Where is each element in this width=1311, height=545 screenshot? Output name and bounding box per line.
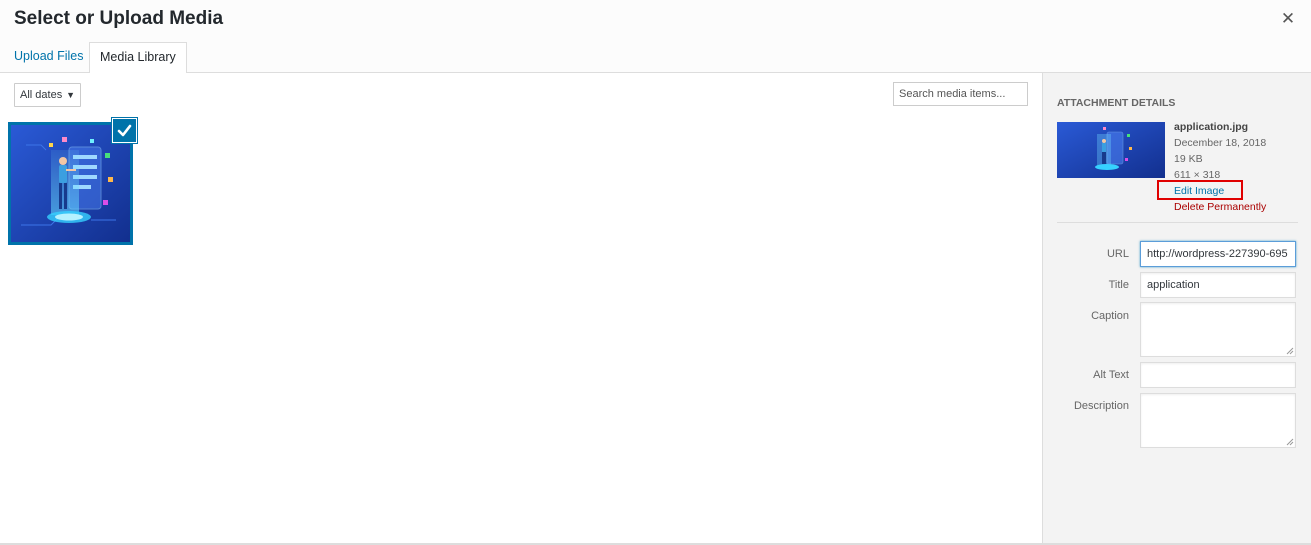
attachment-info: application.jpg December 18, 2018 19 KB … <box>1174 119 1266 215</box>
check-icon[interactable] <box>112 118 137 143</box>
modal-header: Select or Upload Media ✕ <box>0 0 1311 42</box>
resize-grip-icon[interactable] <box>1286 438 1294 446</box>
resize-grip-icon[interactable] <box>1286 347 1294 355</box>
modal-title: Select or Upload Media <box>14 8 224 29</box>
url-field[interactable]: http://wordpress-227390-695 <box>1140 241 1296 267</box>
tab-upload-files[interactable]: Upload Files <box>4 42 93 73</box>
caption-label: Caption <box>1091 310 1129 322</box>
divider <box>1057 222 1298 223</box>
url-label: URL <box>1106 248 1129 260</box>
title-field[interactable] <box>1140 272 1296 298</box>
chevron-down-icon: ▼ <box>66 90 75 100</box>
alt-text-field[interactable] <box>1140 362 1296 388</box>
caption-field[interactable] <box>1140 302 1296 357</box>
date-filter-label: All dates <box>20 89 63 101</box>
attachment-details-heading: Attachment Details <box>1057 97 1176 109</box>
alt-text-label: Alt Text <box>1093 369 1129 381</box>
description-field[interactable] <box>1140 393 1296 448</box>
description-wrapper <box>1140 393 1296 448</box>
attachment-filesize: 19 KB <box>1174 153 1203 165</box>
attachment-date: December 18, 2018 <box>1174 137 1267 149</box>
delete-permanently-link[interactable]: Delete Permanently <box>1174 199 1266 215</box>
caption-wrapper <box>1140 302 1296 357</box>
media-content: All dates ▼ <box>0 73 1042 545</box>
close-icon[interactable]: ✕ <box>1279 9 1297 29</box>
tab-media-library[interactable]: Media Library <box>89 42 187 74</box>
search-input[interactable] <box>893 82 1028 106</box>
media-router: Upload Files Media Library <box>0 42 1311 74</box>
description-label: Description <box>1073 400 1129 412</box>
attachment-preview-image <box>1057 122 1165 178</box>
attachment-details-sidebar: Attachment Details application.jpg Decem <box>1042 73 1311 545</box>
title-label: Title <box>1108 279 1129 291</box>
date-filter-select[interactable]: All dates ▼ <box>14 83 81 107</box>
attachment-filename: application.jpg <box>1174 121 1249 133</box>
highlight-annotation <box>1157 180 1243 200</box>
